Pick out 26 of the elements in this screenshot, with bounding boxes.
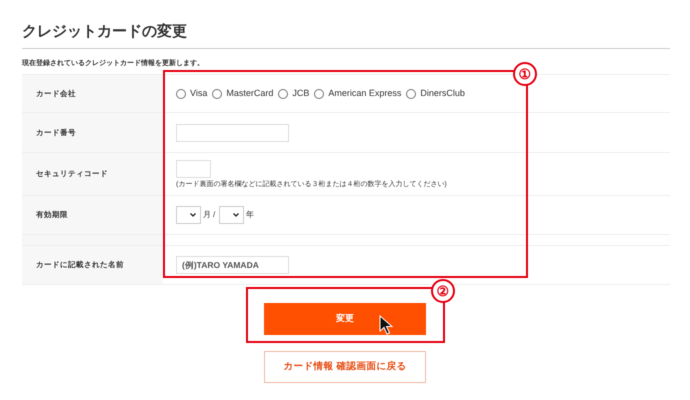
submit-button[interactable]: 変更 bbox=[264, 303, 426, 335]
radio-button[interactable] bbox=[176, 88, 186, 98]
step-number: ① bbox=[513, 62, 537, 86]
cursor-icon bbox=[379, 315, 393, 335]
chevron-down-icon bbox=[190, 213, 196, 217]
radio-label: Visa bbox=[190, 86, 208, 100]
year-unit: 年 bbox=[246, 209, 254, 221]
radio-label: DinersClub bbox=[420, 86, 465, 100]
back-button[interactable]: カード情報 確認画面に戻る bbox=[264, 351, 426, 383]
year-select[interactable] bbox=[219, 206, 244, 224]
radio-label: MasterCard bbox=[226, 86, 274, 100]
radio-button[interactable] bbox=[278, 88, 288, 98]
page-title: クレジットカードの変更 bbox=[22, 21, 670, 48]
month-unit: 月 bbox=[203, 209, 211, 221]
security-code-field[interactable] bbox=[176, 160, 211, 178]
radio-label: American Express bbox=[328, 86, 402, 100]
separator: / bbox=[213, 209, 216, 221]
radio-button[interactable] bbox=[406, 88, 416, 98]
radio-button[interactable] bbox=[212, 88, 222, 98]
chevron-down-icon bbox=[233, 213, 240, 217]
radio-button[interactable] bbox=[314, 88, 324, 98]
name-field[interactable]: (例)TARO YAMADA bbox=[176, 256, 289, 274]
radio-label: JCB bbox=[292, 86, 310, 100]
card-number-field[interactable] bbox=[176, 124, 289, 142]
month-select[interactable] bbox=[176, 206, 201, 224]
step-number: ② bbox=[431, 279, 455, 303]
